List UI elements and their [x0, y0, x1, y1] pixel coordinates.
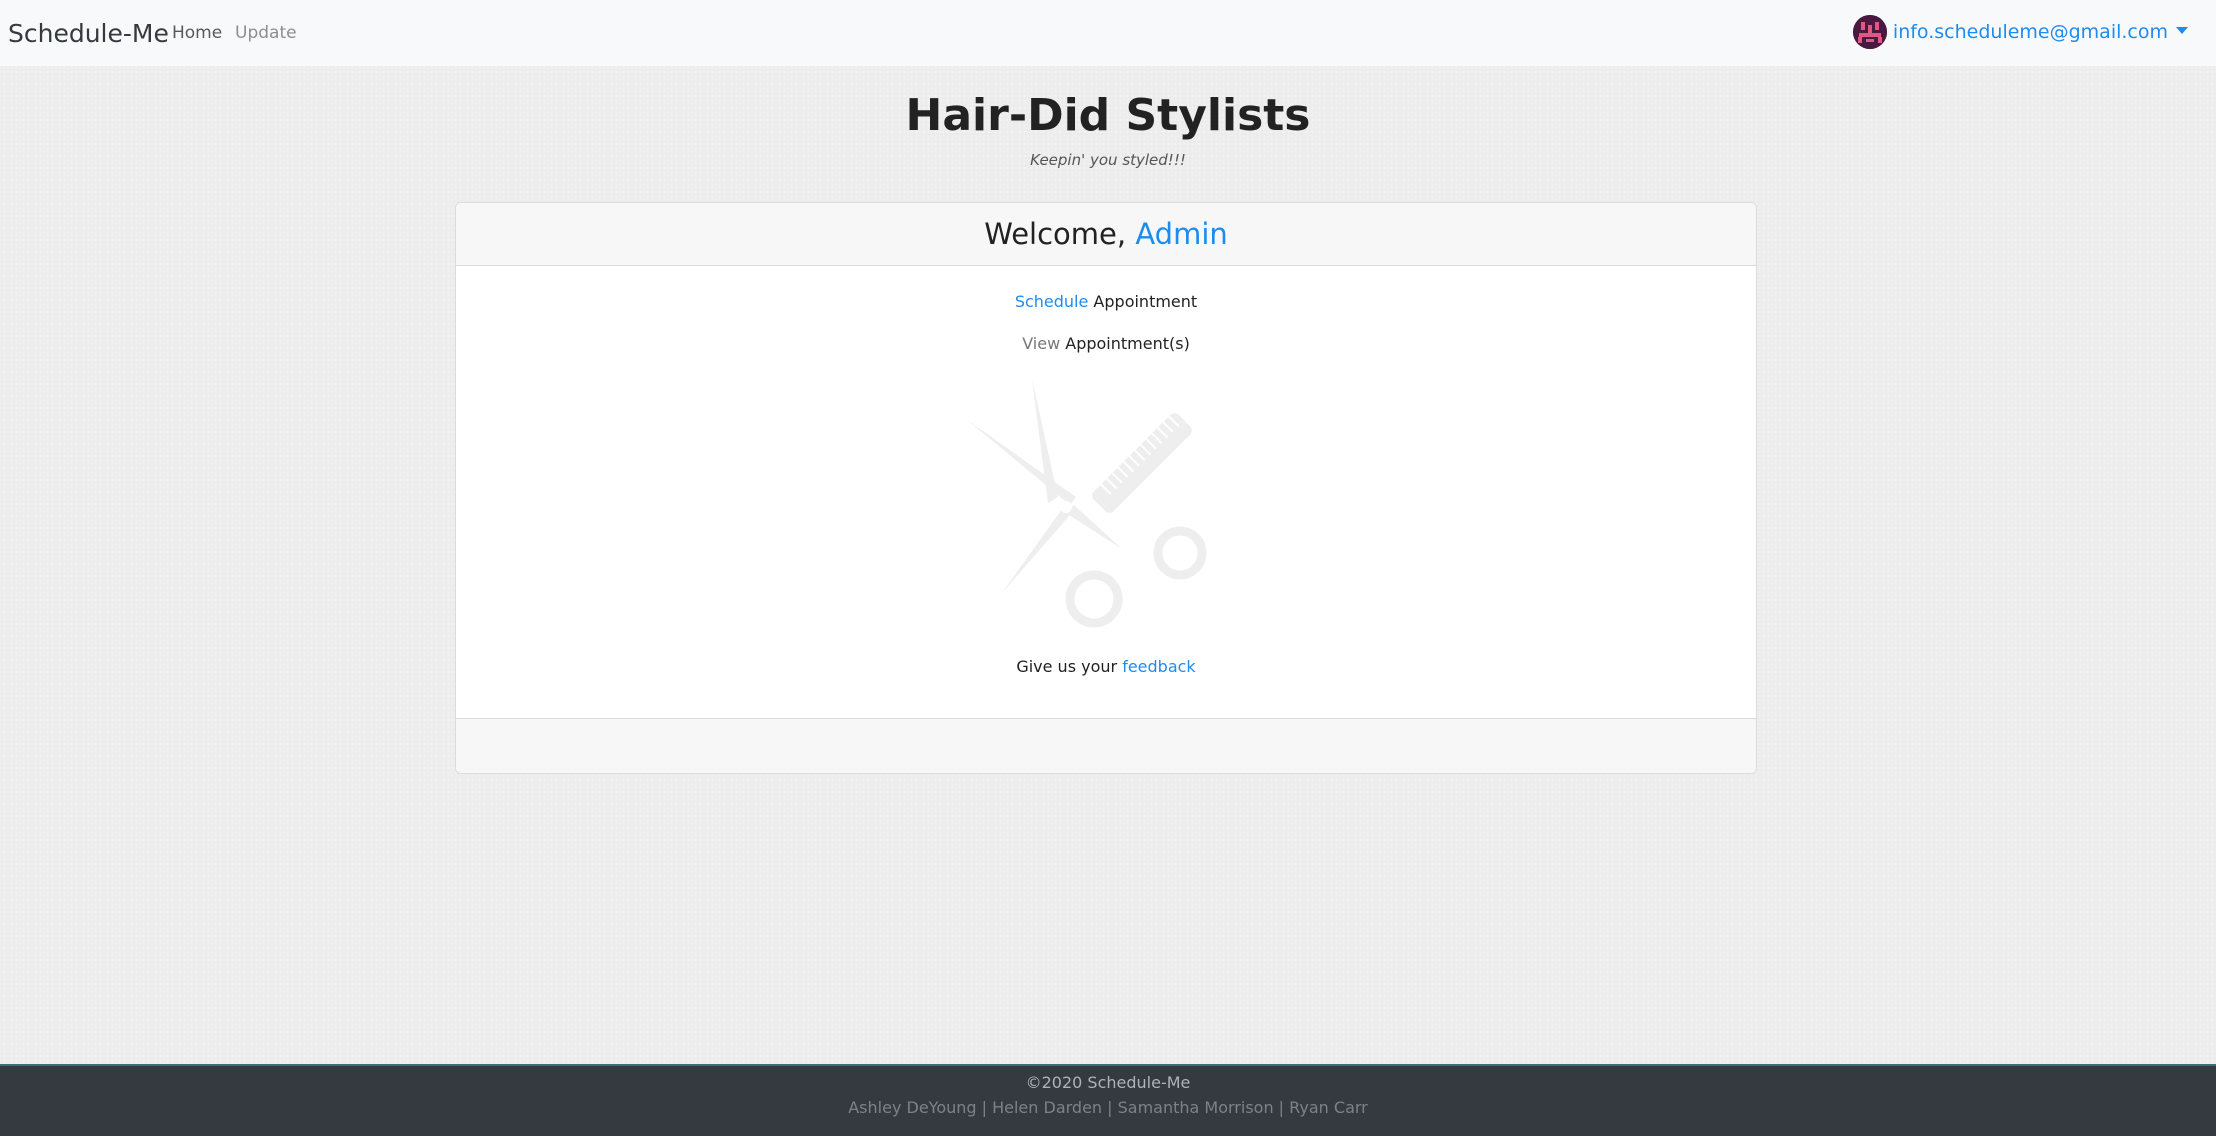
card-footer	[456, 718, 1756, 773]
brand-link[interactable]: Schedule-Me	[8, 18, 169, 50]
user-menu-dropdown[interactable]: info.scheduleme@gmail.com	[1852, 14, 2188, 50]
feedback-row: Give us your feedback	[456, 656, 1756, 678]
pixel-avatar-icon	[1852, 15, 1887, 49]
schedule-link[interactable]: Schedule	[1015, 292, 1089, 311]
schedule-label: Appointment	[1088, 292, 1198, 311]
nav-home-link[interactable]: Home	[172, 22, 222, 44]
top-navbar: Schedule-Me Home Update info.scheduleme@…	[0, 0, 2216, 66]
welcome-card: Welcome, Admin Schedule Appointment View…	[455, 202, 1757, 774]
user-avatar	[1852, 15, 1887, 49]
authors-text: Ashley DeYoung | Helen Darden | Samantha…	[848, 1098, 1368, 1117]
page-footer: ©2020 Schedule-Me Ashley DeYoung | Helen…	[0, 1064, 2216, 1136]
copyright-text: ©2020 Schedule-Me	[1025, 1073, 1191, 1092]
scissors-comb-icon	[966, 379, 1207, 628]
admin-name: Admin	[1135, 217, 1228, 251]
card-header: Welcome, Admin	[456, 203, 1756, 266]
view-link[interactable]: View	[1022, 334, 1060, 353]
view-label: Appointment(s)	[1060, 334, 1190, 353]
page-tagline: Keepin' you styled!!!	[1030, 151, 1186, 169]
view-appointments-row: View Appointment(s)	[456, 333, 1756, 355]
feedback-label: Give us your	[1016, 657, 1123, 676]
user-email-link[interactable]: info.scheduleme@gmail.com	[1893, 21, 2168, 43]
nav-update-link[interactable]: Update	[235, 22, 297, 44]
page-title: Hair-Did Stylists	[905, 90, 1311, 141]
chevron-down-icon[interactable]	[2176, 26, 2188, 34]
feedback-link[interactable]: feedback	[1122, 657, 1196, 676]
schedule-appointment-row: Schedule Appointment	[456, 291, 1756, 313]
welcome-text: Welcome,	[984, 217, 1136, 251]
